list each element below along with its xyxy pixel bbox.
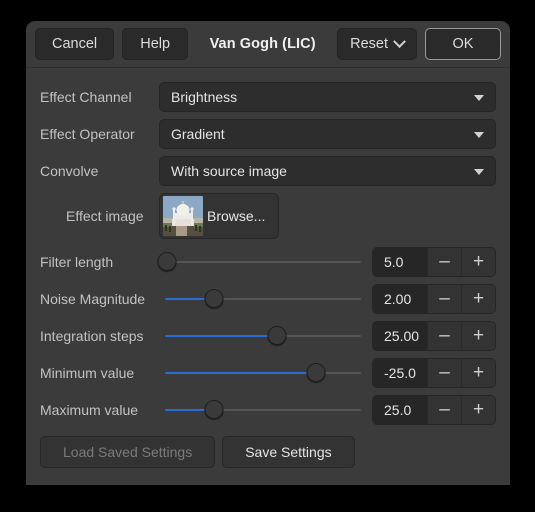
spin-box: 2.00– + xyxy=(372,283,496,314)
slider-knob[interactable] xyxy=(204,289,224,308)
spin-increment-button[interactable]: + xyxy=(461,247,495,276)
effect-operator-value: Gradient xyxy=(171,125,225,142)
row-slider: Noise Magnitude 2.00– + xyxy=(40,280,496,317)
effect-operator-combo[interactable]: Gradient xyxy=(159,118,496,149)
spin-value[interactable]: 25.00 xyxy=(373,321,427,350)
slider-knob[interactable] xyxy=(267,326,287,345)
slider-knob[interactable] xyxy=(204,400,224,419)
load-saved-settings-label: Load Saved Settings xyxy=(63,444,193,460)
row-slider: Minimum value -25.0– + xyxy=(40,354,496,391)
chevron-down-icon xyxy=(474,131,484,138)
spin-decrement-button[interactable]: – xyxy=(427,284,461,313)
row-slider: Maximum value 25.0– + xyxy=(40,391,496,428)
help-button-label: Help xyxy=(140,36,171,52)
slider-track-area[interactable] xyxy=(159,321,364,351)
slider-label: Maximum value xyxy=(40,401,139,418)
cancel-button-label: Cancel xyxy=(52,36,98,52)
effect-operator-label: Effect Operator xyxy=(40,125,135,142)
dialog-header: Cancel Help Van Gogh (LIC) Reset OK xyxy=(26,21,510,68)
spin-value[interactable]: 5.0 xyxy=(373,247,427,276)
effect-channel-combo[interactable]: Brightness xyxy=(159,81,496,112)
slider-label: Noise Magnitude xyxy=(40,290,146,307)
slider-label: Minimum value xyxy=(40,364,135,381)
effect-channel-label: Effect Channel xyxy=(40,88,132,105)
settings-button-row: Load Saved Settings Save Settings xyxy=(40,436,496,468)
spin-decrement-button[interactable]: – xyxy=(427,395,461,424)
row-slider: Filter length 5.0– + xyxy=(40,243,496,280)
effect-image-thumbnail xyxy=(163,196,203,236)
spin-value[interactable]: 25.0 xyxy=(373,395,427,424)
spin-increment-button[interactable]: + xyxy=(461,395,495,424)
slider-label: Integration steps xyxy=(40,327,144,344)
cancel-button[interactable]: Cancel xyxy=(35,28,115,60)
load-saved-settings-button[interactable]: Load Saved Settings xyxy=(40,436,216,468)
chevron-down-icon xyxy=(474,94,484,101)
ok-button-label: OK xyxy=(452,36,474,52)
browse-image-button[interactable]: Browse... xyxy=(159,193,280,239)
reset-dropdown-button[interactable]: Reset xyxy=(337,28,417,60)
row-effect-channel: Effect Channel Brightness xyxy=(40,78,496,115)
slider-fill xyxy=(165,371,316,374)
slider-knob[interactable] xyxy=(157,252,177,271)
slider-track-area[interactable] xyxy=(159,358,364,388)
chevron-down-icon xyxy=(474,168,484,175)
dialog-body: Effect Channel Brightness Effect Operato… xyxy=(26,68,510,484)
convolve-combo[interactable]: With source image xyxy=(159,155,496,186)
spin-box: 25.0– + xyxy=(372,394,496,425)
slider-track xyxy=(165,260,361,263)
spin-increment-button[interactable]: + xyxy=(461,358,495,387)
ok-button[interactable]: OK xyxy=(425,28,501,60)
spin-box: 25.00– + xyxy=(372,320,496,351)
help-button[interactable]: Help xyxy=(122,28,189,60)
save-settings-button[interactable]: Save Settings xyxy=(222,436,355,468)
spin-decrement-button[interactable]: – xyxy=(427,247,461,276)
dialog-title: Van Gogh (LIC) xyxy=(209,36,316,52)
filter-dialog: Cancel Help Van Gogh (LIC) Reset OK Effe… xyxy=(26,21,510,485)
effect-image-label: Effect image xyxy=(66,208,144,224)
spin-box: 5.0– + xyxy=(372,246,496,277)
row-convolve: Convolve With source image xyxy=(40,152,496,189)
browse-button-label: Browse... xyxy=(207,208,266,224)
slider-group: Filter length 5.0– + Noise Magnitude 2.00– + I… xyxy=(40,243,496,428)
save-settings-label: Save Settings xyxy=(245,444,332,460)
spin-increment-button[interactable]: + xyxy=(461,321,495,350)
effect-channel-value: Brightness xyxy=(171,88,238,105)
row-effect-image: Effect image Browse... xyxy=(40,189,496,243)
convolve-value: With source image xyxy=(171,162,287,179)
spin-increment-button[interactable]: + xyxy=(461,284,495,313)
convolve-label: Convolve xyxy=(40,162,99,179)
spin-value[interactable]: -25.0 xyxy=(373,358,427,387)
row-slider: Integration steps 25.00– + xyxy=(40,317,496,354)
spin-value[interactable]: 2.00 xyxy=(373,284,427,313)
row-effect-operator: Effect Operator Gradient xyxy=(40,115,496,152)
slider-track-area[interactable] xyxy=(157,247,364,277)
chevron-down-icon xyxy=(393,34,406,48)
spin-decrement-button[interactable]: – xyxy=(427,358,461,387)
spin-decrement-button[interactable]: – xyxy=(427,321,461,350)
spin-box: -25.0– + xyxy=(372,357,496,388)
slider-track-area[interactable] xyxy=(159,284,364,314)
slider-fill xyxy=(165,334,277,337)
slider-knob[interactable] xyxy=(306,363,326,382)
slider-track-area[interactable] xyxy=(159,395,364,425)
slider-label: Filter length xyxy=(40,253,114,270)
reset-button-label: Reset xyxy=(350,36,388,52)
